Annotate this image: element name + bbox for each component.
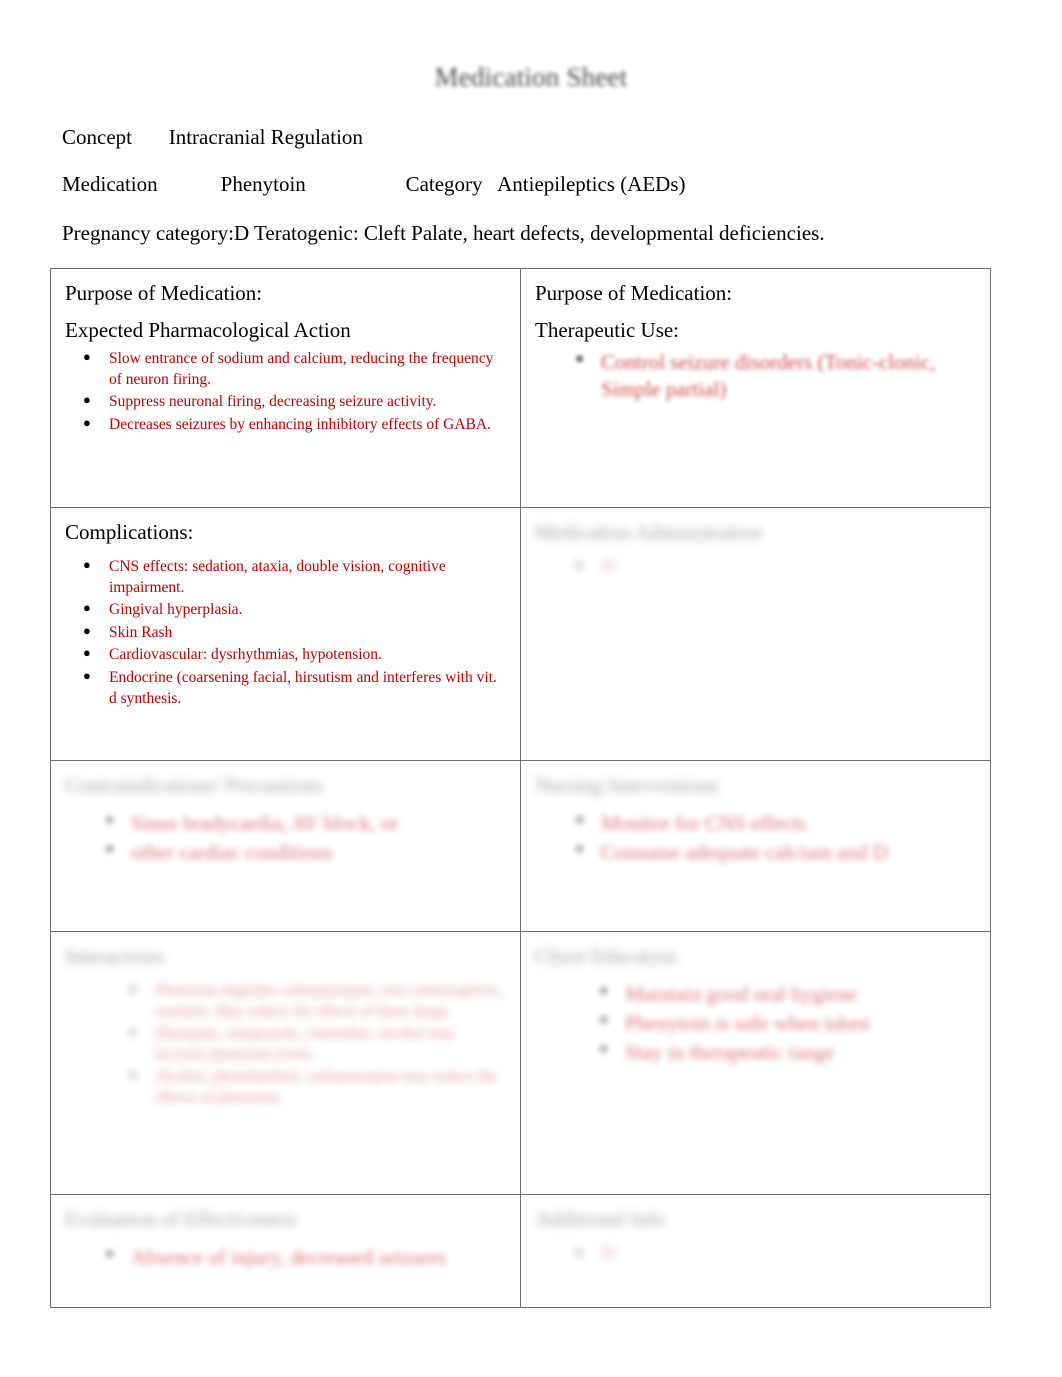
pregnancy-line: Pregnancy category:D Teratogenic: Cleft … <box>62 221 825 245</box>
bullet-list: Monitor for CNS effects Consume adequate… <box>535 810 976 866</box>
medication-sheet-page: Medication Sheet Concept Intracranial Re… <box>0 0 1062 1377</box>
list-item: Maintain good oral hygiene <box>599 981 976 1008</box>
header-fields: Concept Intracranial Regulation Medicati… <box>0 127 1062 246</box>
list-item: Suppress neuronal firing, decreasing sei… <box>83 391 506 413</box>
table-row: Purpose of Medication: Expected Pharmaco… <box>50 268 991 508</box>
cell-title: Complications: <box>65 520 194 544</box>
concept-value: Intracranial Regulation <box>168 125 363 149</box>
list-item: other cardiac conditions <box>105 839 506 866</box>
cell-title: Additional Info <box>535 1207 666 1231</box>
bullet-list: Maintain good oral hygiene Phenytoin is … <box>535 981 976 1066</box>
bullet-list: CNS effects: sedation, ataxia, double vi… <box>65 556 506 709</box>
category-value: Antiepileptics (AEDs) <box>497 172 686 196</box>
concept-row: Concept Intracranial Regulation <box>62 127 1022 148</box>
cell-subtitle: Therapeutic Use: <box>535 318 680 342</box>
cell-complications: Complications: CNS effects: sedation, at… <box>50 507 521 761</box>
cell-nursing-interventions: Nursing Interventions Monitor for CNS ef… <box>520 760 991 932</box>
medication-value: Phenytoin <box>220 172 306 196</box>
cell-medication-administration: Medication Administration IV <box>520 507 991 761</box>
list-item: Diazepam, omeprazole, cimetidine, alcoho… <box>129 1023 506 1065</box>
list-item: CNS effects: sedation, ataxia, double vi… <box>83 556 506 598</box>
list-item: Decreases seizures by enhancing inhibito… <box>83 414 506 436</box>
cell-title: Interactions <box>65 944 165 968</box>
list-item: Sinus bradycardia, AV block, or <box>105 810 506 837</box>
bullet-list: Slow entrance of sodium and calcium, red… <box>65 348 506 436</box>
cell-expected-pharmacological-action: Purpose of Medication: Expected Pharmaco… <box>50 268 521 508</box>
list-item: IV <box>575 1243 976 1265</box>
bullet-list: Absence of injury, decreased seizures <box>65 1244 506 1271</box>
cell-title: Medication Administration <box>535 520 762 544</box>
cell-title: Purpose of Medication: <box>535 281 733 305</box>
category-label: Category <box>405 172 483 196</box>
list-item: Monitor for CNS effects <box>575 810 976 837</box>
page-title-text: Medication Sheet <box>434 62 628 92</box>
cell-evaluation-of-effectiveness: Evaluation of Effectiveness Absence of i… <box>50 1194 521 1308</box>
concept-label: Concept <box>62 125 132 149</box>
list-item: Slow entrance of sodium and calcium, red… <box>83 348 506 390</box>
bullet-list: IV <box>535 556 976 578</box>
list-item: Cardiovascular: dysrhythmias, hypotensio… <box>83 644 506 666</box>
cell-title: Client Education <box>535 944 677 968</box>
list-item: Phenytoin is safe when taken <box>599 1010 976 1037</box>
cell-subtitle: Expected Pharmacological Action <box>65 318 351 342</box>
list-item: Absence of injury, decreased seizures <box>105 1244 506 1271</box>
bullet-list: IV <box>535 1243 976 1265</box>
list-item: Endocrine (coarsening facial, hirsutism … <box>83 667 506 709</box>
list-item: Alcohol, phenobarbital, carbamazepine ma… <box>129 1066 506 1108</box>
cell-title: Purpose of Medication: <box>65 281 263 305</box>
list-item: Consume adequate calcium and D <box>575 839 976 866</box>
bullet-list: Control seizure disorders (Tonic-clonic,… <box>535 349 976 403</box>
cell-interactions: Interactions Phenytoin degrades carbamaz… <box>50 931 521 1195</box>
list-item: Skin Rash <box>83 622 506 644</box>
list-item: Phenytoin degrades carbamazepine, oral c… <box>129 980 506 1022</box>
bullet-list: Phenytoin degrades carbamazepine, oral c… <box>65 980 506 1109</box>
cell-additional-info: Additional Info IV <box>520 1194 991 1308</box>
cell-client-education: Client Education Maintain good oral hygi… <box>520 931 991 1195</box>
cell-title: Nursing Interventions <box>535 773 719 797</box>
cell-title: Contraindications/ Precautions <box>65 773 324 797</box>
list-item: Control seizure disorders (Tonic-clonic,… <box>575 349 976 403</box>
list-item: Gingival hyperplasia. <box>83 599 506 621</box>
list-item: IV <box>575 556 976 578</box>
table-row: Contraindications/ Precautions Sinus bra… <box>50 760 991 932</box>
table-row: Interactions Phenytoin degrades carbamaz… <box>50 931 991 1195</box>
cell-contraindications-precautions: Contraindications/ Precautions Sinus bra… <box>50 760 521 932</box>
cell-therapeutic-use: Purpose of Medication: Therapeutic Use: … <box>520 268 991 508</box>
medication-label: Medication <box>62 172 158 196</box>
table-row: Complications: CNS effects: sedation, at… <box>50 507 991 761</box>
medication-row: Medication Phenytoin Category Antiepilep… <box>62 174 1022 195</box>
cell-title: Evaluation of Effectiveness <box>65 1207 297 1231</box>
bullet-list: Sinus bradycardia, AV block, or other ca… <box>65 810 506 866</box>
list-item: Stay in therapeutic range <box>599 1039 976 1066</box>
table-row: Evaluation of Effectiveness Absence of i… <box>50 1194 991 1308</box>
page-title: Medication Sheet <box>0 0 1062 93</box>
medication-grid: Purpose of Medication: Expected Pharmaco… <box>50 268 991 1308</box>
